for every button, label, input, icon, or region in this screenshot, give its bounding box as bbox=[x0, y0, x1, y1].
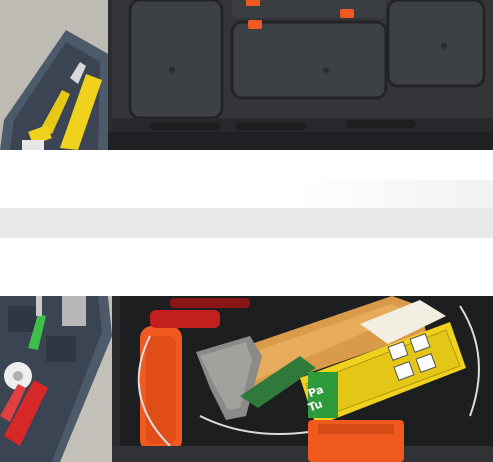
compartment-lid bbox=[386, 0, 486, 88]
toolbox-body: Pa Tu bbox=[112, 296, 493, 462]
grey-band bbox=[0, 208, 493, 238]
toolbox-lid bbox=[108, 0, 493, 150]
compartment-lid bbox=[128, 0, 224, 120]
white-band-bottom bbox=[0, 238, 493, 296]
open-toolbox-photo: Pa Tu bbox=[0, 296, 493, 462]
compartment-lid bbox=[230, 20, 388, 100]
white-band-upper bbox=[0, 150, 493, 180]
toolbox-lid-photo bbox=[0, 0, 493, 150]
orange-clip bbox=[340, 9, 354, 18]
orange-clip bbox=[248, 20, 262, 29]
white-band-lower bbox=[0, 180, 493, 208]
